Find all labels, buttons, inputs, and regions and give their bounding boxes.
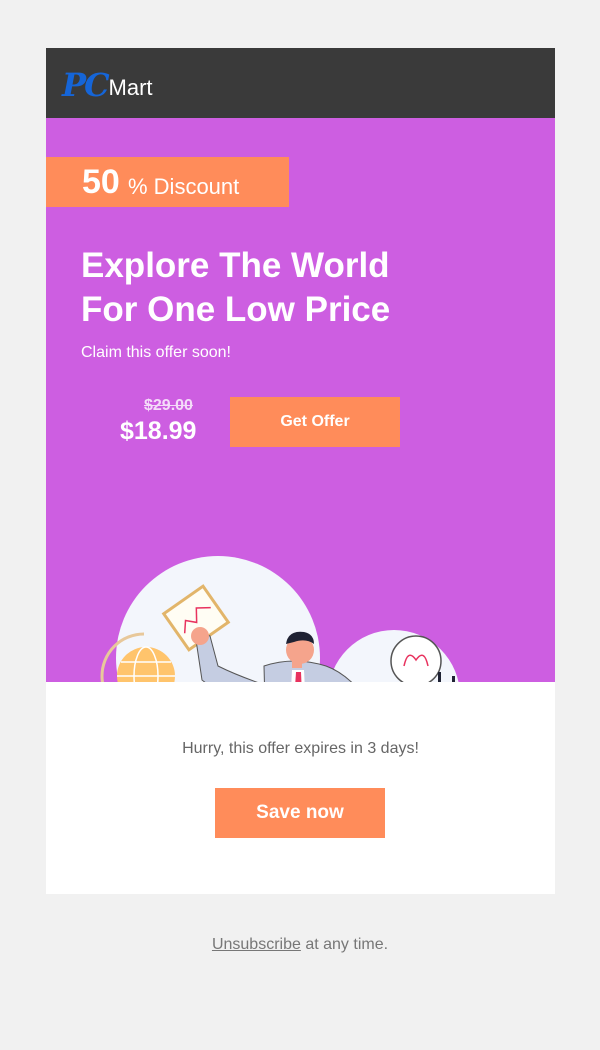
- headline-line-2: For One Low Price: [81, 290, 391, 329]
- unsubscribe-link[interactable]: Unsubscribe: [212, 936, 301, 953]
- discount-label: % Discount: [128, 174, 240, 199]
- lightbulb-icon: [390, 635, 442, 682]
- hero-headline: Explore The World For One Low Price: [81, 244, 441, 332]
- discount-ribbon: 50 % Discount: [46, 157, 289, 207]
- footer: Unsubscribe at any time.: [0, 936, 600, 954]
- pen-icon: [438, 672, 441, 682]
- hero-subtext: Claim this offer soon!: [81, 344, 231, 361]
- get-offer-button[interactable]: Get Offer: [230, 397, 400, 447]
- hero-banner: 50 % Discount Explore The World For One …: [46, 118, 555, 682]
- old-price: $29.00: [144, 397, 193, 414]
- headline-line-1: Explore The World: [81, 246, 390, 285]
- footer-suffix: at any time.: [300, 936, 389, 953]
- expiry-text: Hurry, this offer expires in 3 days!: [182, 740, 419, 757]
- discount-value: 50: [82, 163, 120, 201]
- promo-panel: Hurry, this offer expires in 3 days! Sav…: [46, 682, 555, 894]
- logo-mart-text: Mart: [108, 75, 153, 100]
- header-bar: PC Mart: [46, 48, 555, 118]
- man-with-laptop-illustration: [100, 556, 459, 682]
- new-price: $18.99: [120, 417, 197, 445]
- pcmart-logo[interactable]: PC Mart: [62, 65, 153, 101]
- email-card: PC Mart 50 % Discount Explore The World …: [46, 48, 555, 894]
- save-now-button[interactable]: Save now: [215, 788, 385, 838]
- logo-pc-text: PC: [62, 66, 110, 104]
